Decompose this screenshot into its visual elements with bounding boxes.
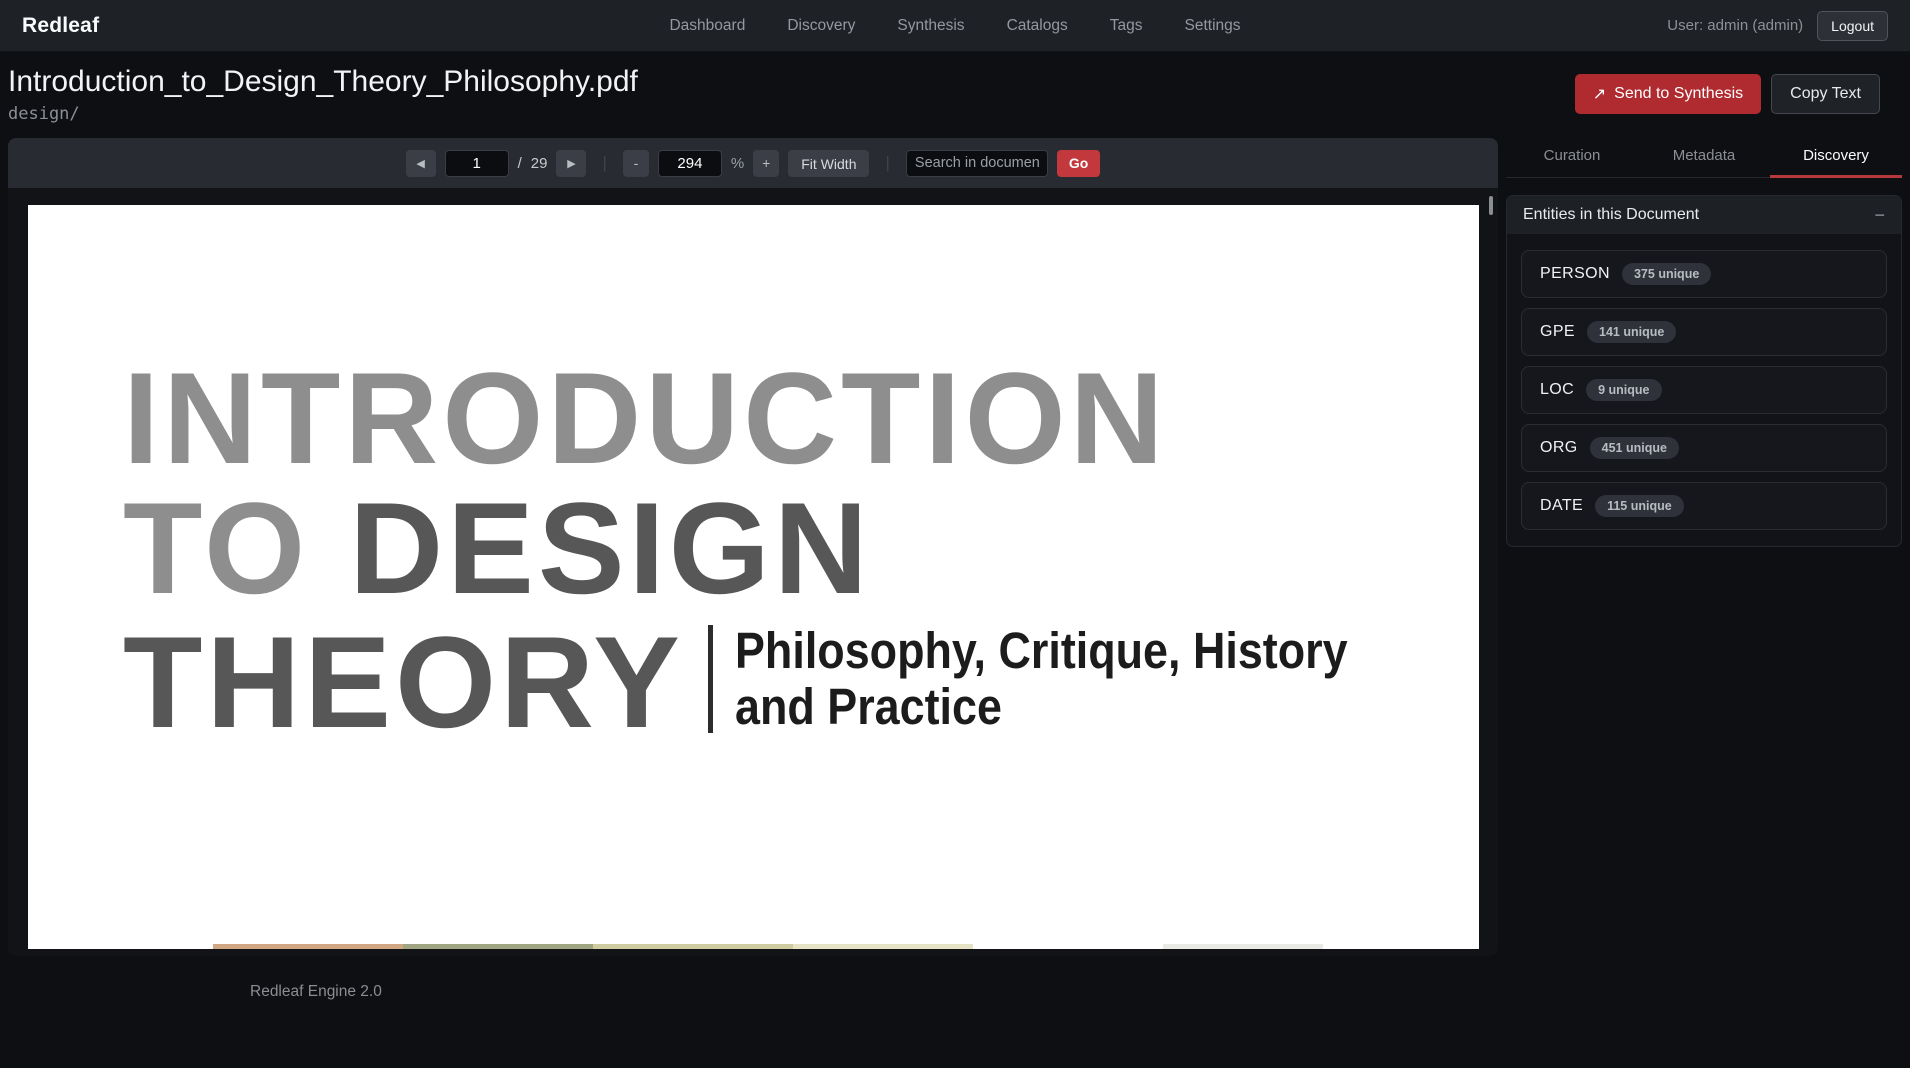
entity-count-badge: 375 unique (1622, 263, 1711, 285)
toolbar-divider: | (885, 153, 889, 173)
user-label: User: admin (admin) (1667, 17, 1803, 34)
nav-item-discovery[interactable]: Discovery (787, 17, 855, 35)
tab-metadata[interactable]: Metadata (1638, 138, 1770, 178)
entity-row-date[interactable]: DATE 115 unique (1521, 482, 1887, 530)
logout-button[interactable]: Logout (1817, 11, 1888, 41)
entities-panel-body: PERSON 375 unique GPE 141 unique LOC 9 u… (1507, 234, 1901, 546)
entity-count-badge: 451 unique (1590, 437, 1679, 459)
brand-logo[interactable]: Redleaf (22, 14, 99, 38)
prev-page-button[interactable]: ◀ (406, 150, 436, 177)
entities-panel-header[interactable]: Entities in this Document − (1507, 196, 1901, 234)
percent-label: % (731, 155, 744, 172)
top-nav: Redleaf Dashboard Discovery Synthesis Ca… (0, 0, 1910, 52)
viewer-scrollbar-thumb[interactable] (1489, 196, 1493, 215)
cover-line-1: INTRODUCTION (123, 353, 1431, 483)
nav-item-synthesis[interactable]: Synthesis (897, 17, 964, 35)
cover-line-2: TO DESIGN (123, 483, 1431, 613)
cover-divider-bar (708, 625, 713, 733)
document-title: Introduction_to_Design_Theory_Philosophy… (8, 65, 638, 99)
next-page-button[interactable]: ▶ (556, 150, 586, 177)
entity-count-badge: 141 unique (1587, 321, 1676, 343)
pdf-toolbar: ◀ / 29 ▶ | - % + Fit Width | Go (8, 138, 1498, 188)
nav-item-catalogs[interactable]: Catalogs (1007, 17, 1068, 35)
search-input[interactable] (906, 150, 1048, 177)
toolbar-divider: | (602, 153, 606, 173)
collapse-icon[interactable]: − (1874, 206, 1885, 224)
entity-row-loc[interactable]: LOC 9 unique (1521, 366, 1887, 414)
send-to-synthesis-label: Send to Synthesis (1614, 85, 1743, 103)
entity-count-badge: 115 unique (1595, 495, 1684, 517)
nav-menu: Dashboard Discovery Synthesis Catalogs T… (669, 0, 1240, 51)
search-go-button[interactable]: Go (1057, 150, 1100, 177)
entity-type-label: ORG (1540, 439, 1578, 457)
zoom-out-button[interactable]: - (623, 150, 649, 177)
page-header: Introduction_to_Design_Theory_Philosophy… (0, 52, 1910, 124)
tab-curation[interactable]: Curation (1506, 138, 1638, 178)
cover-subtitle: Philosophy, Critique, History and Practi… (735, 623, 1348, 735)
copy-text-button[interactable]: Copy Text (1771, 74, 1880, 114)
sidebar-tabs: Curation Metadata Discovery (1506, 138, 1902, 178)
right-sidebar: Curation Metadata Discovery Entities in … (1506, 138, 1902, 547)
nav-item-settings[interactable]: Settings (1185, 17, 1241, 35)
tab-discovery[interactable]: Discovery (1770, 138, 1902, 178)
pdf-cover-text: INTRODUCTION TO DESIGN THEORY Philosophy… (123, 353, 1431, 747)
fit-width-button[interactable]: Fit Width (788, 150, 869, 177)
page-divider: / (518, 155, 522, 172)
pdf-page: INTRODUCTION TO DESIGN THEORY Philosophy… (28, 205, 1479, 949)
zoom-in-button[interactable]: + (753, 150, 779, 177)
entity-type-label: PERSON (1540, 265, 1610, 283)
entity-count-badge: 9 unique (1586, 379, 1661, 401)
cover-line-3: THEORY (123, 617, 684, 747)
entity-type-label: DATE (1540, 497, 1583, 515)
nav-item-tags[interactable]: Tags (1110, 17, 1143, 35)
document-path: design/ (8, 104, 638, 124)
page-number-input[interactable] (445, 150, 509, 177)
entity-type-label: LOC (1540, 381, 1574, 399)
pdf-viewer: ◀ / 29 ▶ | - % + Fit Width | Go INTRODUC… (8, 138, 1498, 956)
entity-row-gpe[interactable]: GPE 141 unique (1521, 308, 1887, 356)
page-total: 29 (531, 155, 548, 172)
nav-item-dashboard[interactable]: Dashboard (669, 17, 745, 35)
arrow-up-right-icon: ↗ (1593, 84, 1606, 104)
entity-row-person[interactable]: PERSON 375 unique (1521, 250, 1887, 298)
entities-panel: Entities in this Document − PERSON 375 u… (1506, 195, 1902, 547)
pdf-stage[interactable]: INTRODUCTION TO DESIGN THEORY Philosophy… (8, 188, 1498, 956)
entities-panel-title: Entities in this Document (1523, 206, 1699, 224)
send-to-synthesis-button[interactable]: ↗ Send to Synthesis (1575, 74, 1761, 114)
entity-type-label: GPE (1540, 323, 1575, 341)
zoom-level-input[interactable] (658, 150, 722, 177)
page-bottom-image-strip (213, 944, 1323, 949)
footer-engine-label: Redleaf Engine 2.0 (250, 983, 1910, 1001)
entity-row-org[interactable]: ORG 451 unique (1521, 424, 1887, 472)
